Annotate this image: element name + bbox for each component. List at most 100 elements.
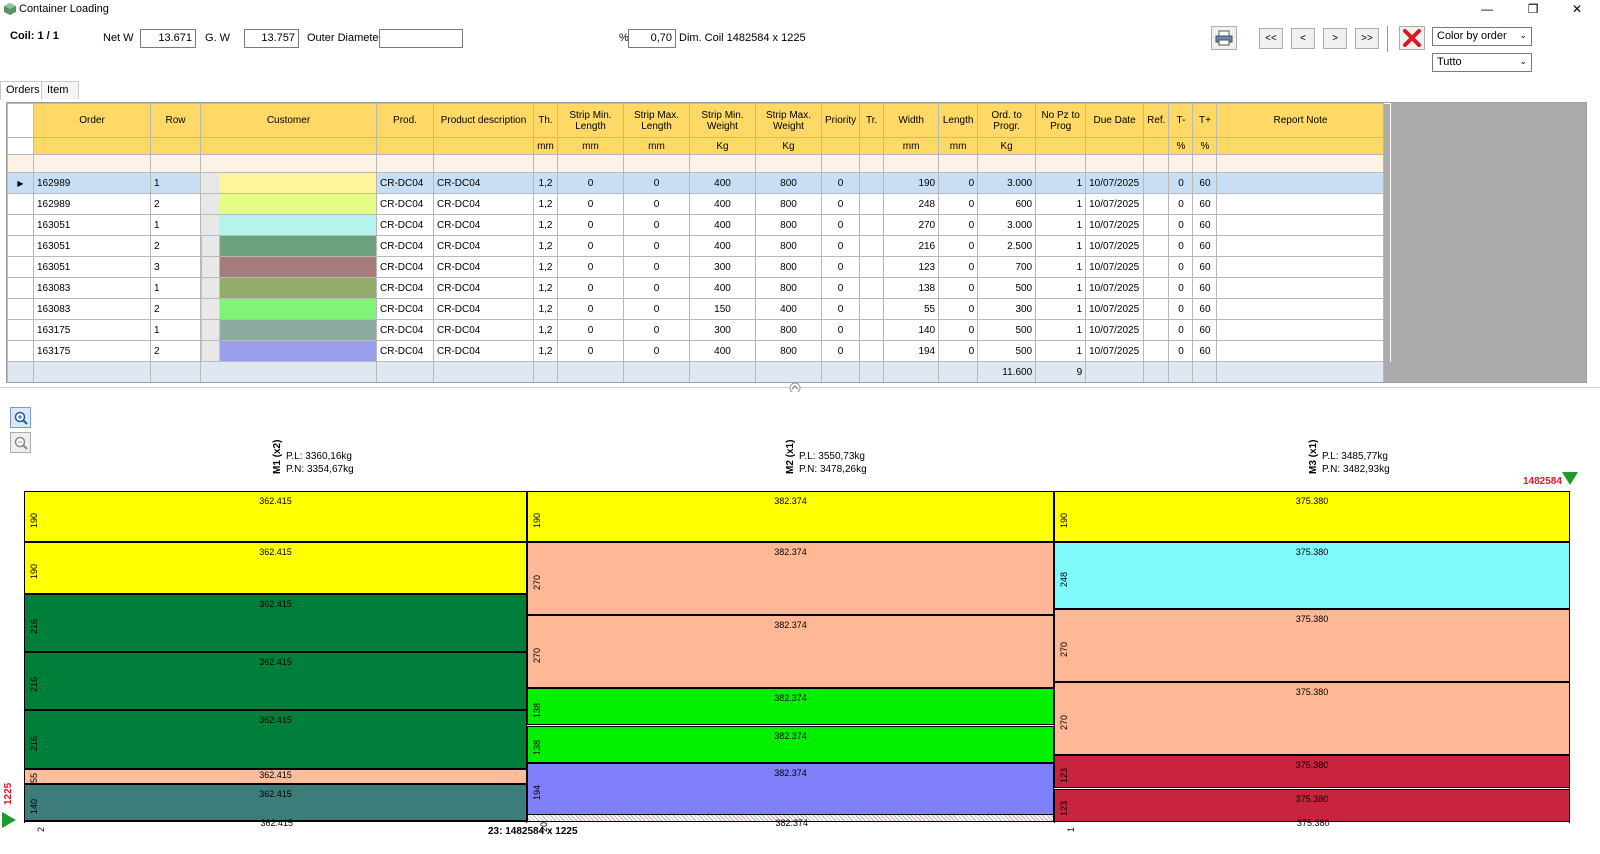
row-header[interactable] — [7, 340, 34, 362]
cell-smax_w[interactable]: 800 — [755, 340, 822, 362]
next-button[interactable]: > — [1323, 28, 1347, 49]
cell-tr[interactable] — [859, 172, 885, 194]
cell-width[interactable]: 140 — [883, 319, 940, 341]
filter-cell[interactable] — [1168, 154, 1194, 173]
cell-row[interactable]: 1 — [150, 172, 201, 194]
cell-tp[interactable]: 60 — [1192, 235, 1218, 257]
splitter[interactable] — [0, 382, 1600, 393]
cell-ord[interactable]: 600 — [977, 193, 1037, 215]
cell-tp[interactable]: 60 — [1192, 214, 1218, 236]
cell-smin_l[interactable]: 0 — [557, 319, 624, 341]
cell-order[interactable]: 163051 — [33, 235, 151, 257]
cell-desc[interactable]: CR-DC04 — [433, 319, 534, 341]
strip-block[interactable]: 375.380 190 — [1054, 491, 1570, 543]
cell-npz[interactable]: 1 — [1035, 214, 1087, 236]
filter-cell[interactable] — [376, 154, 434, 173]
outer-diameter-field[interactable] — [379, 29, 463, 48]
column-header[interactable]: Width — [883, 103, 940, 138]
cell-ref[interactable] — [1143, 277, 1170, 299]
cell-due[interactable]: 10/07/2025 — [1085, 298, 1145, 320]
cell-note[interactable] — [1216, 235, 1385, 257]
cell-tp[interactable]: 60 — [1192, 340, 1218, 362]
cell-priority[interactable]: 0 — [820, 256, 861, 278]
cell-smax_l[interactable]: 0 — [623, 277, 690, 299]
filter-cell[interactable] — [938, 154, 979, 173]
cell-width[interactable]: 190 — [883, 172, 940, 194]
cell-smin_w[interactable]: 150 — [689, 298, 756, 320]
cell-smax_w[interactable]: 400 — [755, 298, 822, 320]
last-button[interactable]: >> — [1355, 28, 1379, 49]
customer-color-cell[interactable] — [200, 193, 377, 215]
cell-tm[interactable]: 0 — [1168, 340, 1194, 362]
customer-color-cell[interactable] — [200, 235, 377, 257]
cell-prod[interactable]: CR-DC04 — [376, 235, 434, 257]
cell-width[interactable]: 123 — [883, 256, 940, 278]
cell-note[interactable] — [1216, 319, 1385, 341]
cell-tr[interactable] — [859, 235, 885, 257]
color-mode-select[interactable]: Color by order ⌄ — [1432, 27, 1532, 46]
table-row[interactable]: 162989 2 CR-DC04 CR-DC04 1,2 0 0 400 800 0 248 0 600… — [7, 193, 1391, 215]
cell-order[interactable]: 163175 — [33, 340, 151, 362]
cell-prod[interactable]: CR-DC04 — [376, 256, 434, 278]
cell-note[interactable] — [1216, 277, 1385, 299]
cell-smax_l[interactable]: 0 — [623, 235, 690, 257]
cell-smin_w[interactable]: 400 — [689, 340, 756, 362]
cell-prod[interactable]: CR-DC04 — [376, 193, 434, 215]
filter-cell[interactable] — [433, 154, 534, 173]
strip-block[interactable]: 382.374 190 — [527, 491, 1054, 543]
cell-smin_l[interactable]: 0 — [557, 277, 624, 299]
customer-color-cell[interactable] — [200, 256, 377, 278]
table-row[interactable]: 163175 1 CR-DC04 CR-DC04 1,2 0 0 300 800 0 140 0 500… — [7, 319, 1391, 341]
cell-note[interactable] — [1216, 172, 1385, 194]
cell-smax_l[interactable]: 0 — [623, 256, 690, 278]
cell-ord[interactable]: 3.000 — [977, 214, 1037, 236]
filter-cell[interactable] — [883, 154, 940, 173]
cell-order[interactable]: 163175 — [33, 319, 151, 341]
cell-note[interactable] — [1216, 340, 1385, 362]
cell-priority[interactable]: 0 — [820, 319, 861, 341]
cell-smin_l[interactable]: 0 — [557, 214, 624, 236]
strip-block[interactable]: 382.374 138 — [527, 688, 1054, 726]
cell-tp[interactable]: 60 — [1192, 319, 1218, 341]
cell-due[interactable]: 10/07/2025 — [1085, 214, 1145, 236]
cell-th[interactable]: 1,2 — [533, 277, 558, 299]
cell-row[interactable]: 3 — [150, 256, 201, 278]
cell-ord[interactable]: 300 — [977, 298, 1037, 320]
filter-cell[interactable] — [200, 154, 377, 173]
column-header[interactable]: Product description — [433, 103, 534, 138]
cell-tr[interactable] — [859, 256, 885, 278]
cell-priority[interactable]: 0 — [820, 340, 861, 362]
row-header[interactable] — [7, 277, 34, 299]
cell-order[interactable]: 163083 — [33, 277, 151, 299]
cell-ref[interactable] — [1143, 340, 1170, 362]
net-w-field[interactable]: 13.671 — [140, 29, 196, 48]
cell-th[interactable]: 1,2 — [533, 319, 558, 341]
column-header[interactable]: Strip Max. Weight — [755, 103, 822, 138]
column-header[interactable]: Priority — [820, 103, 861, 138]
cell-tm[interactable]: 0 — [1168, 319, 1194, 341]
strip-block[interactable]: 375.380 270 — [1054, 682, 1570, 756]
table-row[interactable]: 163083 1 CR-DC04 CR-DC04 1,2 0 0 400 800 0 138 0 500… — [7, 277, 1391, 299]
cell-length[interactable]: 0 — [938, 340, 979, 362]
cell-tm[interactable]: 0 — [1168, 193, 1194, 215]
gw-field[interactable]: 13.757 — [244, 29, 299, 48]
delete-button[interactable] — [1399, 26, 1425, 50]
close-window-button[interactable]: ✕ — [1554, 0, 1600, 18]
cell-note[interactable] — [1216, 256, 1385, 278]
cell-row[interactable]: 1 — [150, 277, 201, 299]
cell-row[interactable]: 1 — [150, 319, 201, 341]
cell-npz[interactable]: 1 — [1035, 193, 1087, 215]
cell-desc[interactable]: CR-DC04 — [433, 235, 534, 257]
customer-color-cell[interactable] — [200, 319, 377, 341]
cell-th[interactable]: 1,2 — [533, 340, 558, 362]
cell-ref[interactable] — [1143, 298, 1170, 320]
strip-block[interactable]: 375.380 248 — [1054, 542, 1570, 610]
cell-tp[interactable]: 60 — [1192, 298, 1218, 320]
filter-cell[interactable] — [533, 154, 558, 173]
filter-row[interactable] — [7, 154, 1391, 173]
cell-smin_w[interactable]: 400 — [689, 277, 756, 299]
cell-smin_w[interactable]: 400 — [689, 193, 756, 215]
customer-color-cell[interactable] — [200, 340, 377, 362]
cell-due[interactable]: 10/07/2025 — [1085, 340, 1145, 362]
cell-width[interactable]: 248 — [883, 193, 940, 215]
